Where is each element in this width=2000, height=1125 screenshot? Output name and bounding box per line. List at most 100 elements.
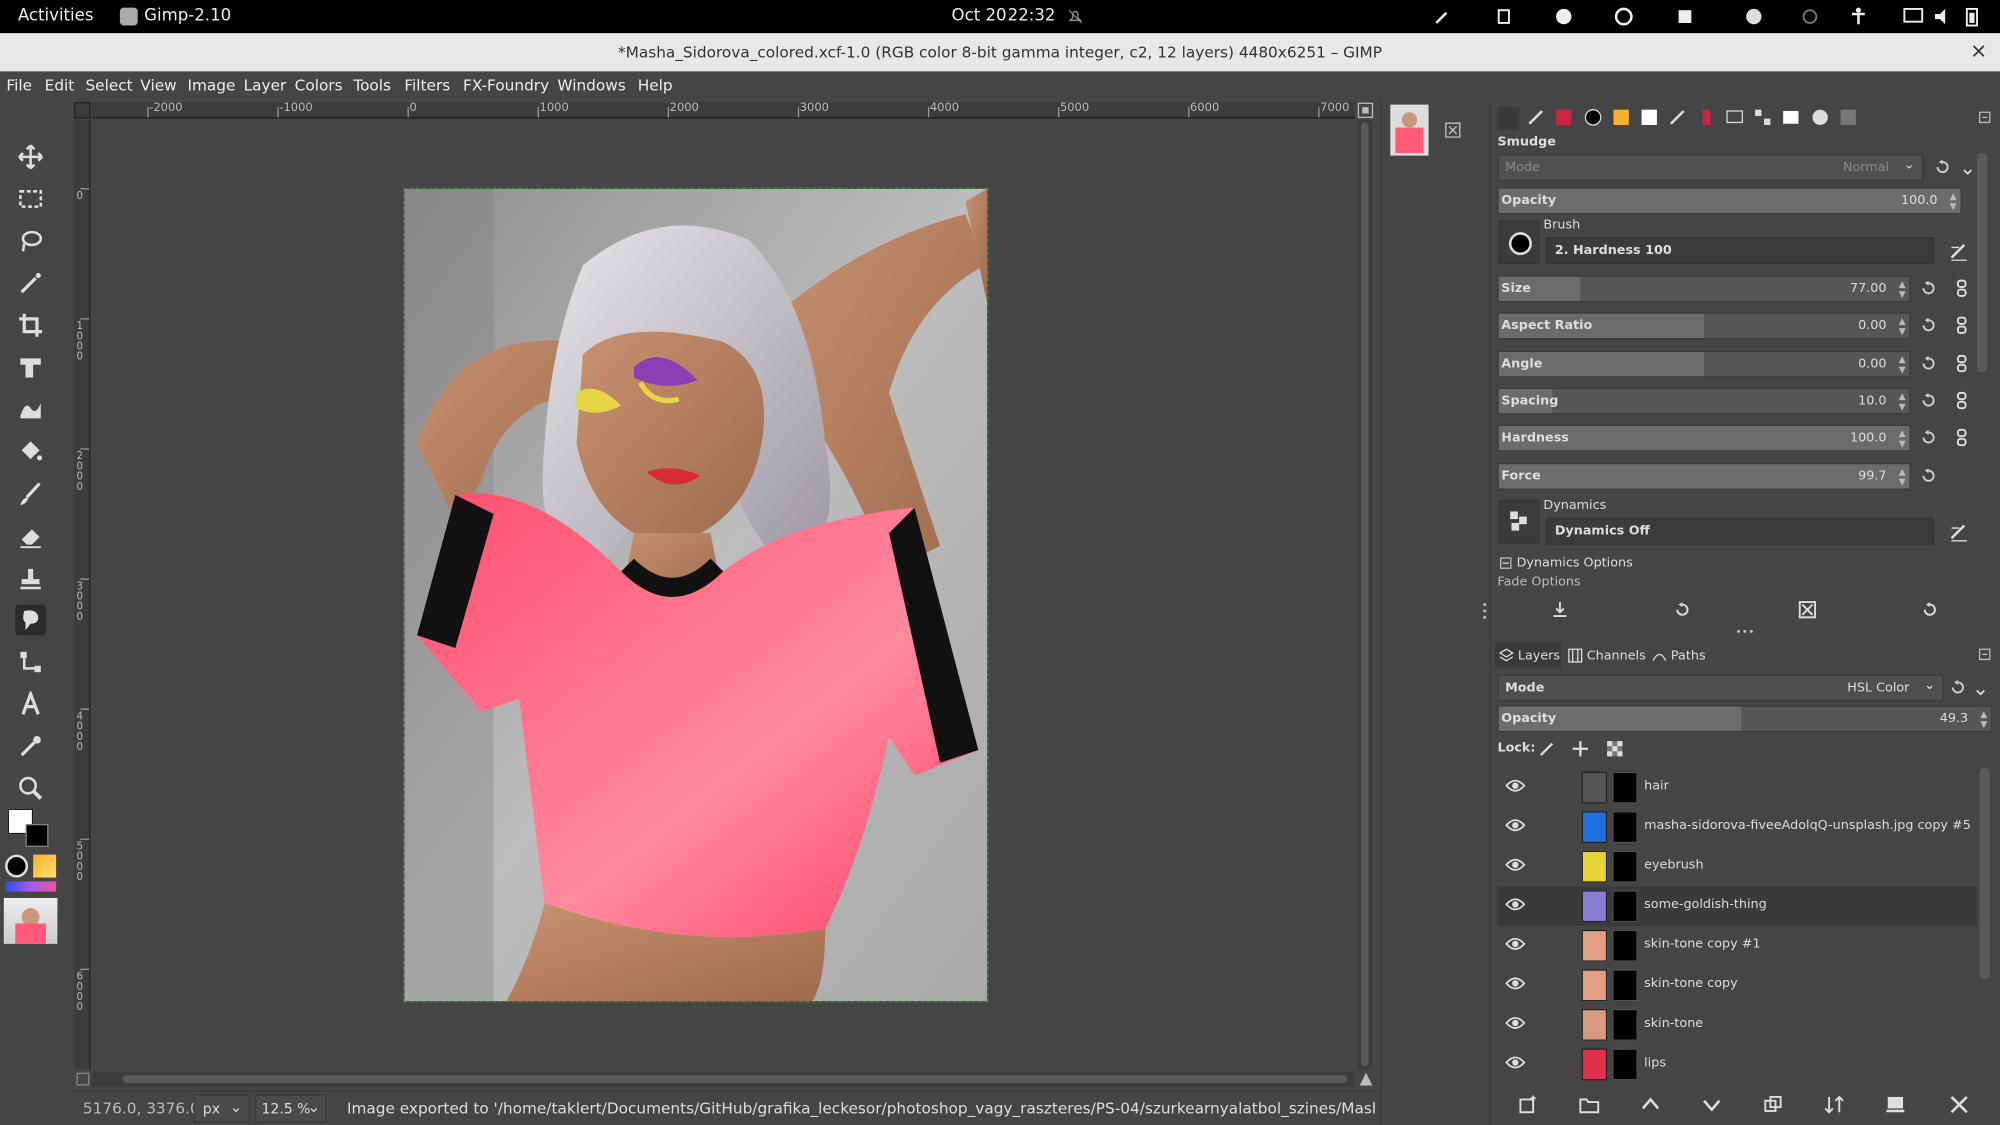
eye-icon[interactable] — [1505, 897, 1526, 912]
layer-mask-thumbnail[interactable] — [1612, 850, 1638, 883]
vertical-scrollbar-thumb[interactable] — [1360, 122, 1369, 1067]
layer-mask-thumbnail[interactable] — [1612, 969, 1638, 1002]
layer-row[interactable]: skin-tone — [1497, 1005, 1977, 1045]
window-close-button[interactable]: × — [1970, 38, 1987, 62]
tab-paths[interactable]: Paths — [1648, 643, 1712, 669]
layer-thumbnail[interactable] — [1581, 890, 1608, 923]
tool-options-tab-icon[interactable] — [1497, 107, 1520, 131]
layer-row[interactable]: some-goldish-thing — [1497, 886, 1978, 927]
unit-select[interactable]: px ⌄ — [193, 1094, 250, 1123]
size-slider[interactable]: Size 77.00 ▲ ▼ — [1497, 275, 1911, 303]
layer-mask-thumbnail[interactable] — [1612, 771, 1638, 804]
brushes-tab-icon[interactable] — [1583, 107, 1605, 130]
background-color-swatch[interactable] — [25, 823, 49, 847]
accessibility-icon[interactable] — [1848, 6, 1868, 26]
clock-date[interactable]: Oct 20 — [952, 6, 1007, 25]
bucket-fill-tool-icon[interactable] — [15, 436, 46, 467]
layer-row[interactable]: masha-sidorova-fiveeAdolqQ-unsplash.jpg … — [1497, 807, 1977, 847]
close-image-icon[interactable] — [1445, 122, 1461, 138]
paint-dynamics-tab-icon[interactable] — [1668, 107, 1690, 130]
layer-name[interactable]: skin-tone copy #1 — [1644, 937, 1760, 951]
text-tool-icon[interactable] — [15, 689, 46, 720]
lock-alpha-icon[interactable] — [1606, 740, 1624, 758]
layer-thumbnail[interactable] — [1581, 771, 1608, 804]
chevron-down-icon[interactable]: ⌄ — [1972, 676, 1989, 700]
dock-resize-handle[interactable] — [1482, 602, 1487, 620]
force-slider[interactable]: Force 99.7 ▲ ▼ — [1497, 463, 1911, 490]
layer-name[interactable]: masha-sidorova-fiveeAdolqQ-unsplash.jpg … — [1644, 819, 1971, 833]
paintbrush-tool-icon[interactable] — [15, 478, 46, 509]
eye-icon[interactable] — [1505, 778, 1526, 793]
color-picker-tray-icon[interactable] — [1434, 8, 1452, 26]
aspect-ratio-slider[interactable]: Aspect Ratio 0.00 ▲ ▼ — [1497, 312, 1911, 340]
spacing-slider[interactable]: Spacing 10.0 ▲ ▼ — [1497, 387, 1911, 415]
layer-row[interactable]: hair — [1497, 768, 1977, 808]
menu-image[interactable]: Image — [187, 77, 235, 95]
fuzzy-select-tool-icon[interactable] — [15, 268, 46, 299]
link-hardness-icon[interactable] — [1954, 428, 1969, 447]
tab-channels[interactable]: Channels — [1564, 643, 1646, 669]
link-spacing-icon[interactable] — [1954, 391, 1969, 410]
undo-history-tab-icon[interactable] — [1554, 107, 1576, 130]
warp-transform-tool-icon[interactable] — [15, 394, 46, 425]
link-size-icon[interactable] — [1954, 279, 1969, 297]
save-preset-icon[interactable] — [1551, 601, 1569, 619]
image-tab-thumbnail[interactable] — [1390, 104, 1429, 156]
layer-row[interactable]: skin-tone copy — [1497, 966, 1977, 1006]
quick-mask-toggle[interactable] — [76, 1072, 90, 1086]
lower-layer-icon[interactable] — [1702, 1094, 1722, 1114]
eye-icon[interactable] — [1505, 1015, 1526, 1030]
raise-layer-icon[interactable] — [1640, 1094, 1660, 1114]
ruler-corner[interactable] — [73, 102, 91, 119]
layers-scrollbar[interactable] — [1979, 767, 1990, 980]
layer-name[interactable]: some-goldish-thing — [1644, 898, 1767, 912]
device-status-tab-icon[interactable] — [1526, 107, 1548, 130]
pane-separator-handle[interactable] — [1735, 628, 1755, 636]
layer-row[interactable]: skin-tone copy #1 — [1497, 926, 1977, 966]
brush-preview[interactable] — [5, 854, 29, 878]
layer-thumbnail[interactable] — [1581, 929, 1608, 962]
layer-name[interactable]: hair — [1644, 779, 1669, 793]
link-angle-icon[interactable] — [1954, 354, 1969, 373]
lasso-tool-icon[interactable] — [15, 226, 46, 257]
layer-thumbnail[interactable] — [1581, 969, 1608, 1002]
smudge-tool-icon[interactable] — [15, 604, 46, 636]
menu-select[interactable]: Select — [85, 77, 132, 95]
move-tool-icon[interactable] — [15, 142, 46, 173]
gradients-tab-icon[interactable] — [1753, 107, 1775, 130]
app-menu[interactable]: Gimp-2.10 — [119, 6, 231, 26]
eye-icon[interactable] — [1505, 936, 1526, 951]
layer-thumbnail[interactable] — [1581, 811, 1608, 844]
mode-reset-icon[interactable] — [1934, 158, 1952, 176]
horizontal-scrollbar-thumb[interactable] — [122, 1075, 1347, 1083]
reset-hardness-icon[interactable] — [1920, 429, 1938, 447]
lock-position-icon[interactable] — [1571, 740, 1589, 758]
mypaint-brushes-tab-icon[interactable] — [1696, 107, 1718, 130]
reset-force-icon[interactable] — [1920, 467, 1938, 485]
dynamics-options-expander[interactable]: Dynamics Options — [1499, 556, 1633, 570]
eye-icon[interactable] — [1505, 976, 1526, 991]
tab-layers[interactable]: Layers — [1494, 642, 1562, 669]
configure-tab-icon[interactable] — [1977, 647, 1992, 662]
menu-fx-foundry[interactable]: FX-Foundry — [463, 77, 549, 95]
menu-windows[interactable]: Windows — [557, 77, 625, 95]
menu-tools[interactable]: Tools — [353, 77, 391, 95]
crop-tool-icon[interactable] — [15, 310, 46, 341]
dynamics-preview-button[interactable] — [1498, 499, 1540, 544]
delete-preset-icon[interactable] — [1798, 601, 1817, 619]
dynamics-name-field[interactable]: Dynamics Off — [1545, 517, 1934, 545]
volume-icon[interactable] — [1934, 8, 1954, 26]
add-mask-icon[interactable] — [1885, 1094, 1905, 1114]
layer-opacity-slider[interactable]: Opacity 49.3 ▲ ▼ — [1497, 705, 1993, 733]
horizontal-ruler[interactable]: -2000 -1000 0 1000 2000 3000 4000 5000 6… — [91, 102, 1355, 119]
link-aspect-icon[interactable] — [1954, 316, 1969, 334]
layer-name[interactable]: skin-tone — [1644, 1017, 1703, 1031]
merge-layer-icon[interactable] — [1824, 1094, 1844, 1114]
clipboard-tray-icon[interactable] — [1495, 8, 1513, 26]
mode-select[interactable]: Mode Normal ⌄ — [1497, 154, 1924, 182]
new-layer-icon[interactable] — [1518, 1094, 1538, 1114]
reset-angle-icon[interactable] — [1920, 355, 1938, 373]
clock-time[interactable]: 22:32 — [1008, 6, 1056, 25]
new-layer-group-icon[interactable] — [1579, 1094, 1600, 1114]
fonts-tab-icon[interactable] — [1639, 107, 1661, 130]
